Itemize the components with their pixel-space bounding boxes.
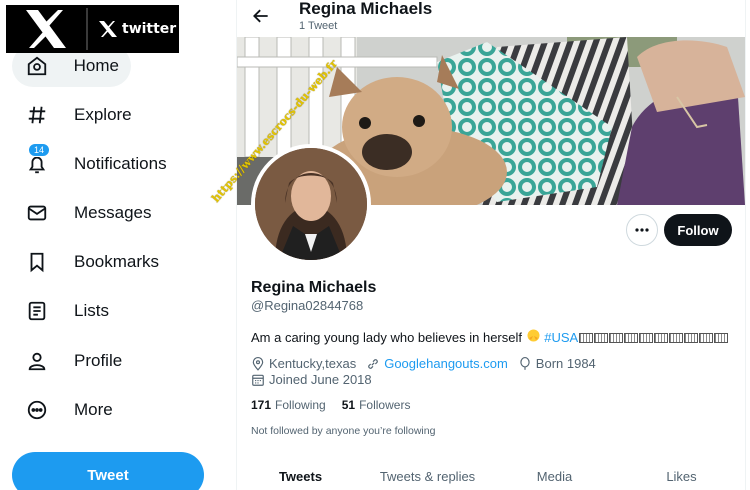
twitter-wordmark: twitter [88, 20, 176, 38]
logo-badge: twitter [6, 5, 179, 53]
ellipsis-icon [635, 228, 649, 232]
followers-label: Followers [359, 398, 411, 412]
sidebar-item-label: Profile [74, 351, 123, 370]
flag-emoji-icons [578, 330, 729, 345]
bookmark-icon [24, 249, 50, 275]
location-text: Kentucky,texas [269, 356, 357, 371]
tab-likes[interactable]: Likes [618, 458, 745, 490]
sidebar-item-lists[interactable]: Lists [12, 290, 121, 332]
follow-stats: 171 Following 51 Followers [251, 398, 426, 412]
link-icon [368, 358, 379, 369]
profile-meta-row: Kentucky,texas Googlehangouts.com Born 1… [251, 356, 606, 371]
website-link[interactable]: Googlehangouts.com [384, 356, 508, 371]
sidebar-item-label: More [74, 400, 113, 419]
profile-avatar[interactable] [251, 144, 371, 264]
sidebar-item-profile[interactable]: Profile [12, 340, 134, 382]
sidebar: Home Explore 14 Notifications Messages B… [0, 0, 236, 490]
sidebar-item-bookmarks[interactable]: Bookmarks [12, 241, 171, 283]
bio-hashtag-link[interactable]: #USA [544, 330, 578, 345]
follow-button[interactable]: Follow [664, 214, 732, 246]
more-options-button[interactable] [626, 214, 658, 246]
hug-emoji-icon [526, 329, 545, 345]
tab-tweets[interactable]: Tweets [237, 458, 364, 490]
joined-item: Joined June 2018 [251, 372, 372, 387]
tab-tweets-replies[interactable]: Tweets & replies [364, 458, 491, 490]
sidebar-item-label: Notifications [74, 154, 167, 173]
location-item: Kentucky,texas [251, 356, 356, 371]
website-item: Googlehangouts.com [366, 356, 508, 371]
profile-column: Regina Michaels 1 Tweet Follow Regina Mi… [236, 0, 746, 490]
notification-badge: 14 [28, 143, 51, 157]
joined-text: Joined June 2018 [269, 372, 372, 387]
sidebar-item-label: Lists [74, 301, 109, 320]
profile-name: Regina Michaels [251, 279, 377, 296]
profile-tabs: Tweets Tweets & replies Media Likes [237, 458, 745, 490]
following-count: 171 [251, 398, 272, 412]
header-profile-name: Regina Michaels [299, 0, 433, 18]
following-link[interactable]: 171 Following [251, 398, 326, 412]
sidebar-item-messages[interactable]: Messages [12, 192, 163, 234]
sidebar-item-label: Home [73, 56, 119, 75]
born-item: Born 1984 [518, 356, 596, 371]
back-arrow-icon[interactable] [251, 6, 271, 26]
profile-handle: @Regina02844768 [251, 298, 364, 313]
following-label: Following [275, 398, 326, 412]
hashtag-icon [24, 102, 50, 128]
profile-joined-row: Joined June 2018 [251, 372, 382, 387]
small-x-icon [99, 21, 117, 37]
followers-count: 51 [341, 398, 356, 412]
header-tweet-count: 1 Tweet [299, 20, 338, 32]
sidebar-item-label: Messages [74, 203, 152, 222]
twitter-wordmark-text: twitter [122, 21, 177, 37]
profile-header-bar: Regina Michaels 1 Tweet [237, 0, 747, 36]
bell-icon: 14 [24, 143, 51, 177]
sidebar-item-more[interactable]: More [12, 389, 125, 431]
born-text: Born 1984 [535, 356, 596, 371]
tweet-button[interactable]: Tweet [12, 452, 204, 490]
not-followed-notice: Not followed by anyone you’re following [251, 425, 436, 437]
x-logo-icon [6, 5, 86, 53]
list-icon [24, 298, 50, 324]
sidebar-item-explore[interactable]: Explore [12, 94, 144, 136]
balloon-icon [520, 356, 530, 370]
bio-text: Am a caring young lady who believes in h… [251, 330, 526, 345]
home-icon [24, 53, 50, 79]
sidebar-item-notifications[interactable]: 14 Notifications [12, 143, 179, 185]
location-pin-icon [252, 356, 264, 371]
calendar-icon [252, 374, 264, 386]
profile-bio: Am a caring young lady who believes in h… [251, 329, 729, 345]
tab-media[interactable]: Media [491, 458, 618, 490]
followers-link[interactable]: 51 Followers [342, 398, 411, 412]
sidebar-item-label: Bookmarks [74, 252, 160, 271]
envelope-icon [24, 200, 50, 226]
person-icon [24, 348, 50, 374]
sidebar-item-label: Explore [74, 105, 132, 124]
more-circle-icon [24, 397, 50, 423]
